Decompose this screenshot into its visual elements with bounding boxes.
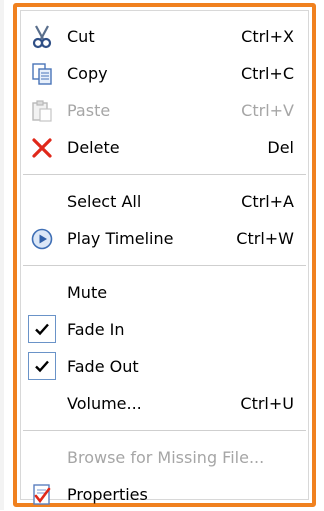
scissors-icon bbox=[28, 23, 56, 51]
menu-item-paste[interactable]: Paste Ctrl+V bbox=[23, 95, 306, 127]
menu-item-label: Cut bbox=[67, 27, 95, 46]
background-edge bbox=[0, 0, 4, 510]
menu-separator bbox=[23, 430, 306, 431]
menu-item-mute[interactable]: Mute bbox=[23, 277, 306, 309]
play-icon bbox=[28, 225, 56, 253]
paste-icon bbox=[28, 97, 56, 125]
checkmark-icon bbox=[28, 352, 56, 380]
menu-item-label: Copy bbox=[67, 64, 108, 83]
menu-separator bbox=[23, 265, 306, 266]
screen: Cut Ctrl+X Copy Ctrl+C Paste Ctrl+V Dele… bbox=[0, 0, 324, 510]
menu-item-volume[interactable]: Volume... Ctrl+U bbox=[23, 388, 306, 420]
menu-item-shortcut: Ctrl+V bbox=[241, 101, 294, 120]
menu-item-delete[interactable]: Delete Del bbox=[23, 132, 306, 164]
properties-icon bbox=[28, 481, 56, 509]
context-menu: Cut Ctrl+X Copy Ctrl+C Paste Ctrl+V Dele… bbox=[13, 3, 316, 507]
menu-item-label: Select All bbox=[67, 192, 142, 211]
menu-item-shortcut: Ctrl+A bbox=[241, 192, 294, 211]
menu-item-shortcut: Ctrl+U bbox=[240, 394, 294, 413]
menu-item-browse-missing-file[interactable]: Browse for Missing File... bbox=[23, 442, 306, 474]
menu-item-shortcut: Ctrl+X bbox=[241, 27, 294, 46]
menu-item-label: Play Timeline bbox=[67, 229, 174, 248]
menu-item-shortcut: Del bbox=[267, 138, 294, 157]
checkmark-icon bbox=[28, 315, 56, 343]
delete-icon bbox=[28, 134, 56, 162]
menu-item-label: Properties bbox=[67, 485, 148, 504]
menu-item-fade-in[interactable]: Fade In bbox=[23, 314, 306, 346]
menu-item-label: Delete bbox=[67, 138, 120, 157]
menu-item-select-all[interactable]: Select All Ctrl+A bbox=[23, 186, 306, 218]
menu-item-label: Fade In bbox=[67, 320, 125, 339]
menu-item-label: Browse for Missing File... bbox=[67, 448, 265, 467]
menu-item-play-timeline[interactable]: Play Timeline Ctrl+W bbox=[23, 223, 306, 255]
menu-item-shortcut: Ctrl+C bbox=[240, 64, 294, 83]
menu-item-cut[interactable]: Cut Ctrl+X bbox=[23, 21, 306, 53]
menu-item-copy[interactable]: Copy Ctrl+C bbox=[23, 58, 306, 90]
menu-item-shortcut: Ctrl+W bbox=[236, 229, 294, 248]
menu-item-label: Fade Out bbox=[67, 357, 139, 376]
menu-item-fade-out[interactable]: Fade Out bbox=[23, 351, 306, 383]
menu-separator bbox=[23, 174, 306, 175]
menu-item-label: Paste bbox=[67, 101, 111, 120]
menu-item-label: Volume... bbox=[67, 394, 142, 413]
menu-item-label: Mute bbox=[67, 283, 108, 302]
copy-icon bbox=[28, 60, 56, 88]
menu-item-properties[interactable]: Properties bbox=[23, 479, 306, 511]
